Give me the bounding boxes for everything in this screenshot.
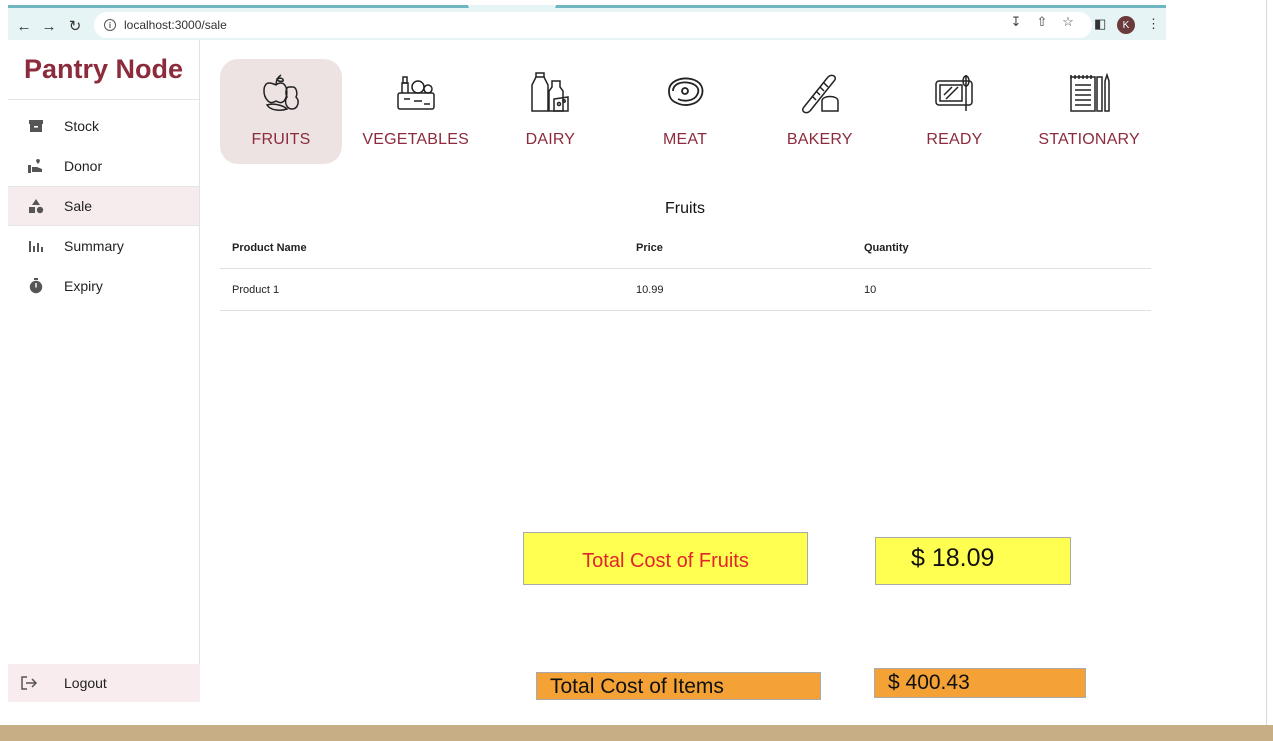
- active-tab-indicator: [468, 5, 556, 10]
- ready-meal-icon: [935, 75, 974, 111]
- category-fruits[interactable]: FRUITS: [220, 59, 342, 164]
- dairy-icon: [531, 72, 570, 112]
- url-text[interactable]: localhost:3000/sale: [124, 18, 227, 32]
- column-header-price[interactable]: Price: [636, 242, 864, 254]
- category-total-label: Total Cost of Fruits: [523, 532, 808, 585]
- share-icon[interactable]: ⇧: [1035, 14, 1049, 29]
- stationary-icon: [1070, 72, 1110, 112]
- brand-title: Pantry Node: [8, 40, 199, 100]
- category-label: STATIONARY: [1038, 131, 1140, 148]
- sidebar-item-donor[interactable]: Donor: [8, 146, 199, 186]
- category-label: FRUITS: [251, 131, 311, 148]
- meat-icon: [668, 77, 704, 106]
- archive-icon: [8, 118, 64, 134]
- column-header-quantity[interactable]: Quantity: [864, 242, 1114, 254]
- category-label: BAKERY: [786, 131, 853, 148]
- category-total-value: $ 18.09: [875, 537, 1071, 585]
- sidebar-item-label: Sale: [64, 198, 93, 214]
- column-header-product-name[interactable]: Product Name: [220, 242, 636, 254]
- category-label: DAIRY: [525, 131, 576, 148]
- category-label: MEAT: [663, 131, 708, 148]
- sidebar-item-stock[interactable]: Stock: [8, 106, 199, 146]
- category-vegetables[interactable]: VEGETABLES: [355, 59, 477, 164]
- sidebar-item-label: Expiry: [64, 278, 103, 294]
- category-meat[interactable]: MEAT: [624, 59, 746, 164]
- logout-icon: [8, 675, 50, 691]
- category-bar: FRUITS VEGETABLES DAIRY MEAT BAKERY READ…: [220, 59, 1163, 164]
- back-arrow-icon[interactable]: ←: [14, 16, 34, 36]
- section-title: Fruits: [665, 200, 705, 217]
- category-ready[interactable]: READY: [893, 59, 1015, 164]
- window-edge: [1266, 0, 1267, 725]
- sidebar-item-label: Donor: [64, 158, 103, 174]
- sidebar-item-expiry[interactable]: Expiry: [8, 266, 199, 306]
- product-name-cell: Product 1: [232, 283, 280, 296]
- site-info-icon[interactable]: i: [104, 19, 116, 31]
- install-icon[interactable]: ↧: [1009, 14, 1023, 29]
- price-cell: 10.99: [636, 283, 664, 296]
- bookmark-star-icon[interactable]: ☆: [1061, 14, 1075, 29]
- sidebar-item-label: Stock: [64, 118, 100, 134]
- table-header: Product Name Price Quantity: [220, 228, 1151, 269]
- footer-bar: [0, 725, 1273, 741]
- category-bakery[interactable]: BAKERY: [759, 59, 881, 164]
- bar-chart-icon: [8, 238, 64, 254]
- sidebar: Pantry Node Stock Donor Sale Summary Exp…: [8, 40, 200, 702]
- sidebar-item-label: Summary: [64, 238, 124, 254]
- sidebar-item-summary[interactable]: Summary: [8, 226, 199, 266]
- donate-hand-icon: [8, 158, 64, 174]
- side-panel-icon[interactable]: ◧: [1094, 16, 1106, 32]
- category-stationary[interactable]: STATIONARY: [1028, 59, 1150, 164]
- items-total-label: Total Cost of Items: [536, 672, 821, 700]
- logout-button[interactable]: Logout: [8, 664, 200, 702]
- fruits-icon: [263, 74, 299, 111]
- quantity-cell: 10: [864, 283, 877, 296]
- category-label: READY: [926, 131, 983, 148]
- shapes-icon: [8, 198, 64, 214]
- items-total-value: $ 400.43: [874, 668, 1086, 698]
- sidebar-item-sale[interactable]: Sale: [8, 186, 199, 226]
- forward-arrow-icon[interactable]: →: [39, 16, 59, 36]
- timer-icon: [8, 278, 64, 294]
- table-row[interactable]: Product 1 10.99 10: [220, 269, 1151, 311]
- bakery-icon: [801, 74, 839, 114]
- products-table: Product Name Price Quantity Product 1 10…: [220, 228, 1151, 311]
- reload-icon[interactable]: ↻: [65, 16, 85, 36]
- address-bar[interactable]: i localhost:3000/sale: [94, 12, 1092, 38]
- category-label: VEGETABLES: [362, 131, 469, 148]
- vegetables-icon: [396, 76, 435, 110]
- profile-avatar[interactable]: K: [1117, 16, 1135, 34]
- logout-label: Logout: [64, 675, 107, 691]
- menu-kebab-icon[interactable]: ⋮: [1147, 16, 1160, 32]
- browser-toolbar: ← → ↻ i localhost:3000/sale ↧ ⇧ ☆ ◧ K ⋮: [8, 5, 1166, 40]
- category-dairy[interactable]: DAIRY: [489, 59, 611, 164]
